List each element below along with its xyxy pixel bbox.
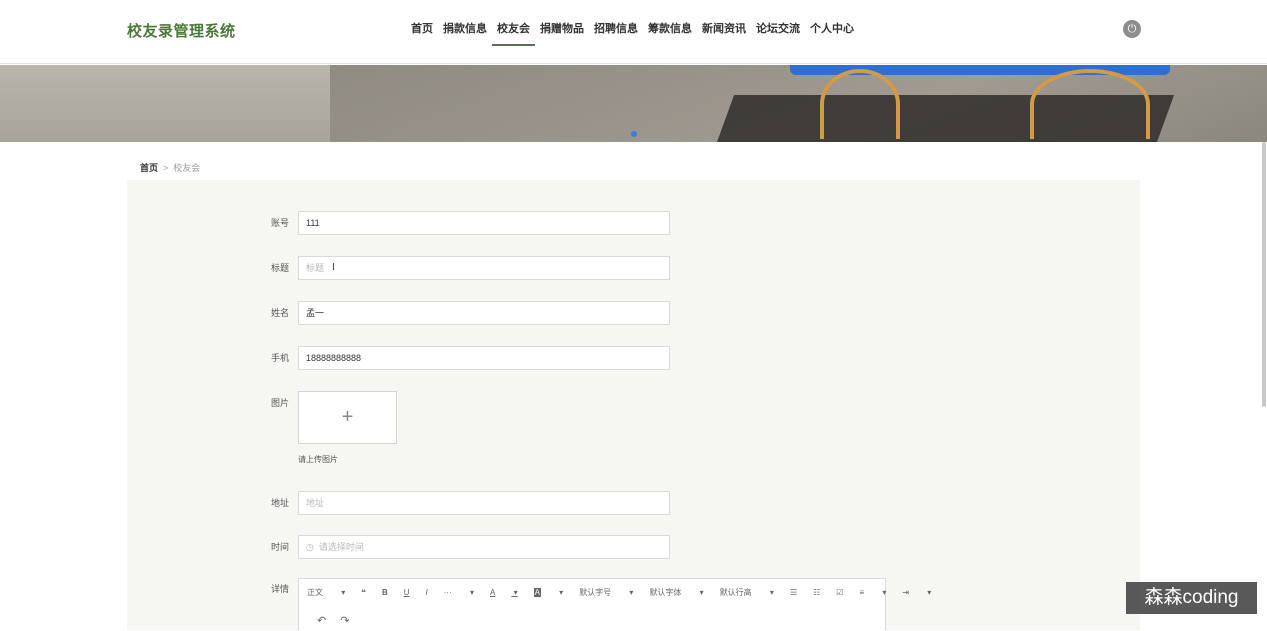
app-logo-title[interactable]: 校友录管理系统 <box>127 20 236 41</box>
phone-label: 手机 <box>271 353 290 363</box>
underline-icon[interactable]: U <box>404 588 410 597</box>
todo-icon[interactable]: ☑ <box>836 588 843 597</box>
nav-item-donations[interactable]: 捐款信息 <box>438 0 492 64</box>
time-picker-input[interactable]: ◷ 请选择时间 <box>298 535 670 559</box>
banner-carousel[interactable] <box>0 65 1267 142</box>
time-label: 时间 <box>271 542 290 552</box>
line-height-label: 默认行高 <box>719 588 752 597</box>
indent-icon[interactable]: ⇥ ▾ <box>902 588 931 597</box>
line-height-dropdown[interactable]: 默认行高 ▾ <box>720 587 774 598</box>
title-label: 标题 <box>271 263 290 273</box>
blockquote-icon[interactable]: ❝ <box>361 588 366 597</box>
plus-icon: + <box>341 406 354 428</box>
address-label: 地址 <box>271 498 290 508</box>
banner-photo-leg <box>820 69 900 139</box>
undo-icon[interactable]: ↶ <box>317 614 326 627</box>
image-label: 图片 <box>271 398 290 408</box>
time-placeholder: 请选择时间 <box>318 542 364 552</box>
banner-photo-leg <box>1030 69 1150 139</box>
italic-icon[interactable]: I <box>426 588 428 597</box>
form-panel: 账号 111 标题 标题 姓名 孟一 手机 18888888888 图片 + 请… <box>127 180 1140 630</box>
power-icon[interactable]: ⏻ <box>1123 20 1141 38</box>
more-label: ··· <box>443 588 452 597</box>
image-upload-hint: 请上传图片 <box>298 455 338 464</box>
font-size-dropdown[interactable]: 默认字号 ▾ <box>579 587 633 598</box>
bullet-list-icon[interactable]: ☰ <box>790 588 797 597</box>
details-label: 详情 <box>271 584 290 594</box>
font-color-icon[interactable]: A ▾ <box>490 588 518 597</box>
font-family-label: 默认字体 <box>649 588 682 597</box>
rich-text-editor[interactable]: 正文 ▾ ❝ B U I ··· ▾ A ▾ A ▾ 默认字号 ▾ 默认字体 ▾… <box>298 578 931 631</box>
font-family-dropdown[interactable]: 默认字体 ▾ <box>649 587 703 598</box>
redo-icon[interactable]: ↷ <box>340 614 349 627</box>
breadcrumb: 首页 > 校友会 <box>140 161 200 174</box>
text-cursor-icon: I <box>332 262 335 273</box>
font-color-label: A <box>490 588 496 597</box>
nav-item-donated-items[interactable]: 捐赠物品 <box>535 0 589 64</box>
editor-toolbar-row-2: ↶ ↷ <box>299 609 363 631</box>
nav-item-alumni-association[interactable]: 校友会 <box>492 0 535 64</box>
carousel-indicator[interactable] <box>631 131 637 137</box>
name-input[interactable]: 孟一 <box>298 301 670 325</box>
page-scrollbar[interactable] <box>1262 142 1266 407</box>
editor-toolbar: 正文 ▾ ❝ B U I ··· ▾ A ▾ A ▾ 默认字号 ▾ 默认字体 ▾… <box>299 579 947 606</box>
account-input[interactable]: 111 <box>298 211 670 235</box>
nav-item-user-center[interactable]: 个人中心 <box>805 0 859 64</box>
nav-item-news[interactable]: 新闻资讯 <box>697 0 751 64</box>
breadcrumb-home[interactable]: 首页 <box>140 163 158 173</box>
title-input[interactable]: 标题 <box>298 256 670 280</box>
background-color-label: A <box>533 588 541 597</box>
watermark: 森森coding <box>1126 582 1257 614</box>
numbered-list-icon[interactable]: ☷ <box>813 588 820 597</box>
name-label: 姓名 <box>271 308 290 318</box>
breadcrumb-current: 校友会 <box>173 163 201 173</box>
breadcrumb-separator: > <box>163 163 169 173</box>
bold-icon[interactable]: B <box>382 588 388 597</box>
align-icon[interactable]: ≡ ▾ <box>859 588 886 597</box>
background-color-icon[interactable]: A ▾ <box>533 588 563 597</box>
phone-input[interactable]: 18888888888 <box>298 346 670 370</box>
nav-item-recruitment[interactable]: 招聘信息 <box>589 0 643 64</box>
paragraph-style-dropdown[interactable]: 正文 ▾ <box>307 587 345 598</box>
address-input[interactable]: 地址 <box>298 491 670 515</box>
account-label: 账号 <box>271 218 290 228</box>
paragraph-style-label: 正文 <box>307 588 323 597</box>
image-upload-button[interactable]: + <box>298 391 397 444</box>
more-icon[interactable]: ··· ▾ <box>444 588 474 597</box>
nav-item-home[interactable]: 首页 <box>406 0 438 64</box>
align-label: ≡ <box>859 588 865 597</box>
main-nav: 首页 捐款信息 校友会 捐赠物品 招聘信息 筹款信息 新闻资讯 论坛交流 个人中… <box>406 0 859 64</box>
indent-label: ⇥ <box>902 588 910 597</box>
top-navbar: 校友录管理系统 首页 捐款信息 校友会 捐赠物品 招聘信息 筹款信息 新闻资讯 … <box>0 0 1267 64</box>
nav-item-fundraising[interactable]: 筹款信息 <box>643 0 697 64</box>
font-size-label: 默认字号 <box>579 588 612 597</box>
nav-item-forum[interactable]: 论坛交流 <box>751 0 805 64</box>
clock-icon: ◷ <box>306 542 314 552</box>
